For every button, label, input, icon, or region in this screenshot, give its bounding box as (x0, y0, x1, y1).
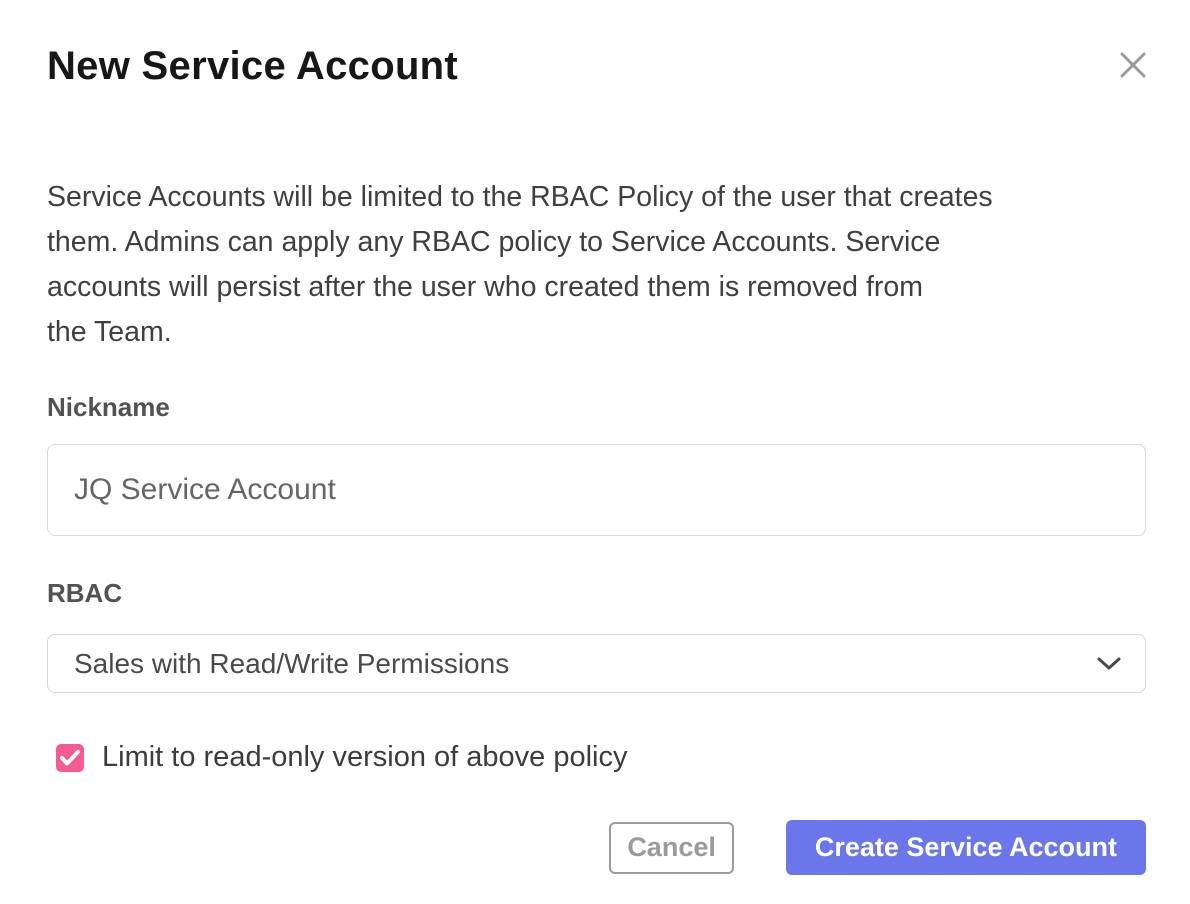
rbac-label: RBAC (47, 579, 1146, 607)
description-line: them. Admins can apply any RBAC policy t… (47, 220, 1146, 265)
modal-title: New Service Account (47, 0, 1146, 90)
description-line: Service Accounts will be limited to the … (47, 175, 1146, 220)
new-service-account-modal: New Service Account Service Accounts wil… (0, 0, 1190, 904)
rbac-selected-value: Sales with Read/Write Permissions (74, 648, 509, 680)
cancel-button[interactable]: Cancel (609, 822, 734, 874)
description-line: the Team. (47, 310, 1146, 355)
modal-footer: Cancel Create Service Account (47, 820, 1146, 875)
checkmark-icon (60, 750, 80, 766)
modal-description: Service Accounts will be limited to the … (47, 175, 1146, 355)
read-only-checkbox-row[interactable]: Limit to read-only version of above poli… (56, 741, 1146, 774)
read-only-checkbox-label: Limit to read-only version of above poli… (102, 741, 627, 774)
description-line: accounts will persist after the user who… (47, 265, 1146, 310)
rbac-select[interactable]: Sales with Read/Write Permissions (47, 634, 1146, 693)
close-icon (1119, 51, 1147, 79)
nickname-input[interactable] (47, 444, 1146, 536)
nickname-label: Nickname (47, 393, 1146, 421)
close-button[interactable] (1114, 46, 1152, 84)
create-service-account-button[interactable]: Create Service Account (786, 820, 1146, 875)
chevron-down-icon (1097, 657, 1121, 671)
read-only-checkbox[interactable] (56, 744, 84, 772)
